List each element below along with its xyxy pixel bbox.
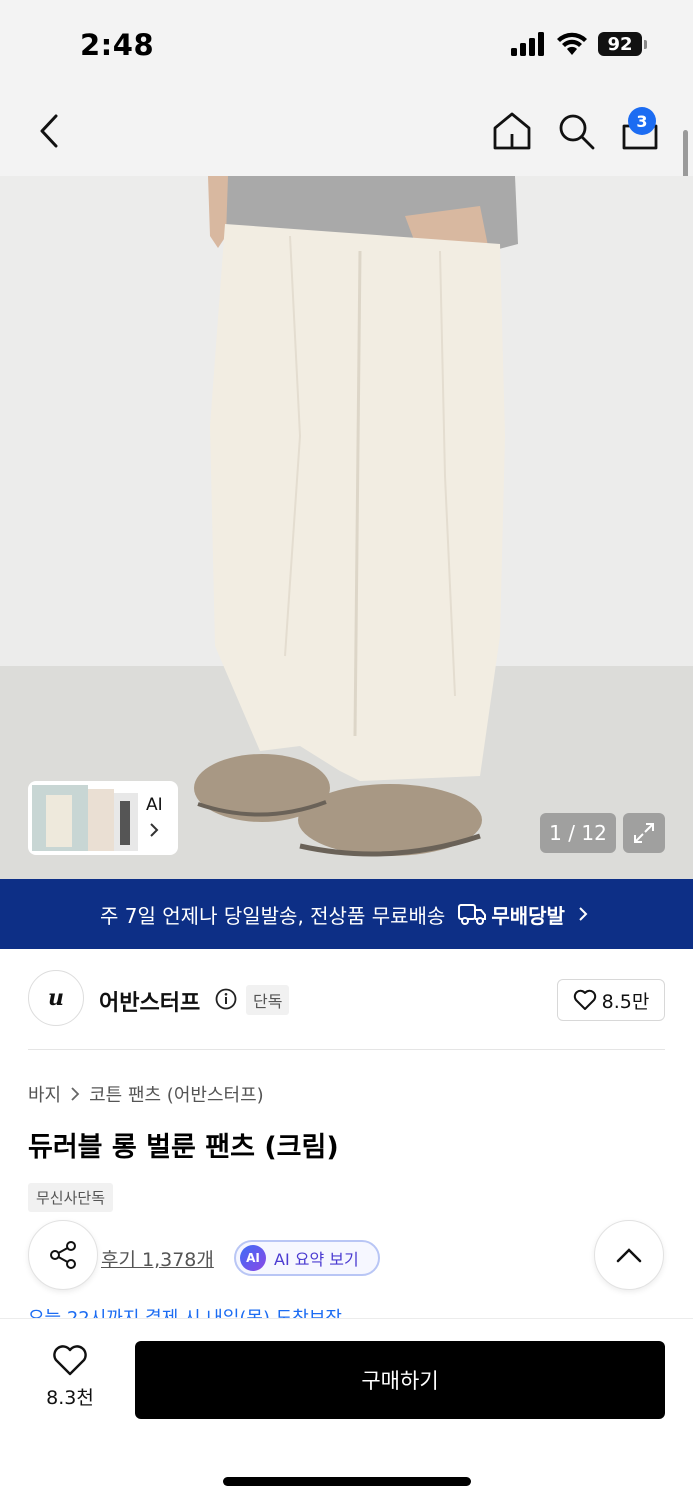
brand-like-button[interactable]: 8.5만 (557, 979, 665, 1021)
expand-button[interactable] (623, 813, 665, 853)
top-nav: 3 (0, 90, 693, 176)
status-time: 2:48 (80, 28, 155, 62)
banner-logo-text: 무배당발 (491, 903, 565, 928)
exclusive-badge: 단독 (246, 985, 290, 1015)
share-button[interactable] (28, 1220, 98, 1290)
search-icon[interactable] (555, 110, 597, 152)
info-icon[interactable] (215, 988, 237, 1010)
share-icon (50, 1241, 76, 1269)
buy-button[interactable]: 구매하기 (135, 1341, 665, 1419)
brand-like-count: 8.5만 (601, 990, 650, 1013)
cart-button[interactable]: 3 (618, 107, 662, 152)
home-icon[interactable] (490, 110, 534, 152)
delivery-guarantee-text: 오늘 22시까지 결제 시 내일(목) 도착보장 (28, 1304, 342, 1318)
delivery-truck-icon (458, 904, 487, 925)
delivery-banner[interactable]: 주 7일 언제나 당일발송, 전상품 무료배송 무배당발 (0, 879, 693, 949)
chevron-right-icon (579, 907, 588, 921)
battery-icon: 92 (598, 32, 647, 56)
thumbnail-images (32, 785, 138, 851)
chevron-right-icon (150, 823, 159, 837)
status-icons: 92 (510, 32, 647, 56)
brand-logo[interactable]: u (28, 970, 84, 1026)
status-bar: 2:48 92 (0, 0, 693, 90)
brand-row: u 어반스터프 단독 8.5만 (28, 970, 665, 1030)
ai-badge: AI (240, 1245, 266, 1271)
thumbnail-ai-label: AI (146, 795, 163, 815)
image-counter: 1 / 12 (540, 813, 616, 853)
ai-summary-label: AI 요약 보기 (274, 1250, 359, 1269)
wifi-icon (557, 32, 587, 55)
product-image-gallery[interactable]: AI 1 / 12 (0, 176, 693, 879)
breadcrumb: 바지 코튼 팬츠 (어반스터프) (28, 1081, 264, 1107)
expand-icon (634, 823, 654, 843)
wishlist-button[interactable]: 8.3천 (30, 1345, 110, 1410)
heart-icon (573, 989, 596, 1010)
ai-summary-button[interactable]: AI AI 요약 보기 (234, 1240, 380, 1276)
ai-lookbook-thumbnail[interactable]: AI (28, 781, 178, 855)
scroll-top-button[interactable] (594, 1220, 664, 1290)
bottom-purchase-bar: 8.3천 구매하기 (0, 1318, 693, 1500)
breadcrumb-item[interactable]: 바지 (28, 1081, 61, 1107)
home-indicator (223, 1477, 471, 1486)
wishlist-count: 8.3천 (46, 1387, 94, 1409)
battery-level: 92 (598, 32, 642, 56)
review-link[interactable]: 후기 1,378개 (101, 1245, 214, 1272)
breadcrumb-item[interactable]: 코튼 팬츠 (어반스터프) (89, 1081, 264, 1107)
chevron-right-icon (71, 1087, 80, 1101)
brand-name[interactable]: 어반스터프 (99, 985, 200, 1017)
signal-icon (511, 32, 544, 56)
back-icon[interactable] (30, 110, 70, 152)
musinsa-exclusive-badge: 무신사단독 (28, 1183, 114, 1212)
divider (28, 1049, 665, 1050)
banner-logo: 무배당발 (457, 900, 565, 929)
chevron-up-icon (616, 1248, 642, 1263)
cart-count-badge: 3 (628, 107, 656, 135)
product-photo (0, 176, 693, 879)
banner-text: 주 7일 언제나 당일발송, 전상품 무료배송 (100, 903, 446, 928)
heart-icon (53, 1345, 87, 1376)
product-title: 듀러블 롱 벌룬 팬츠 (크림) (28, 1132, 339, 1163)
